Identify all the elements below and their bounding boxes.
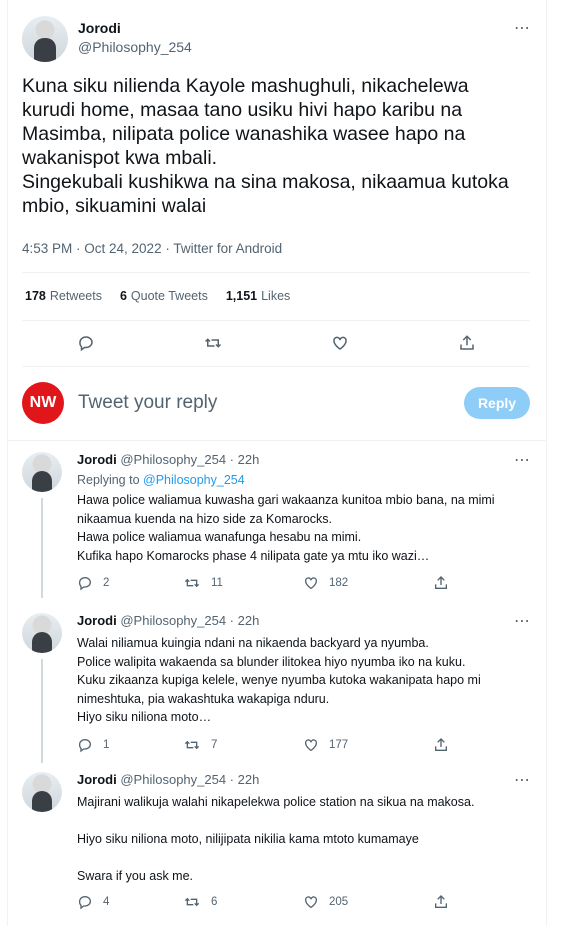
reply-composer: NW Tweet your reply Reply [22, 380, 530, 426]
more-icon[interactable]: ⋯ [514, 21, 530, 37]
author-name[interactable]: Jorodi [78, 20, 192, 36]
reply-content: Jorodi @Philosophy_254 · 22h Majirani wa… [77, 772, 525, 910]
reply-handle-time[interactable]: @Philosophy_254 · 22h [120, 772, 259, 787]
reply-icon[interactable] [76, 333, 96, 353]
reply-count: 2 [103, 577, 110, 589]
retweets-label: Retweets [49, 289, 102, 303]
reply-header: Jorodi @Philosophy_254 · 22h [77, 613, 525, 628]
replying-to: Replying to @Philosophy_254 [77, 473, 525, 487]
more-icon[interactable]: ⋯ [514, 773, 530, 789]
reply-input[interactable]: Tweet your reply [78, 392, 464, 414]
reply-header: Jorodi @Philosophy_254 · 22h [77, 772, 525, 787]
divider [22, 320, 530, 321]
retweet-icon [184, 897, 200, 906]
reply-tweet[interactable]: Jorodi @Philosophy_254 · 22h Replying to… [22, 452, 530, 600]
share-icon[interactable] [457, 333, 477, 353]
share-icon [435, 576, 447, 589]
like-icon [305, 577, 317, 590]
reply-action-share[interactable] [433, 737, 449, 753]
reply-action-reply[interactable]: 1 [77, 737, 183, 753]
retweet-icon[interactable] [203, 333, 223, 353]
tweet-stats: 178 Retweets 6 Quote Tweets 1,151 Likes [25, 289, 308, 303]
reply-count: 4 [103, 895, 110, 908]
divider [7, 440, 547, 441]
reply-author-name[interactable]: Jorodi [77, 452, 117, 467]
thread-line [41, 659, 43, 763]
share-icon [435, 894, 447, 908]
replying-to-link[interactable]: @Philosophy_254 [143, 473, 245, 487]
reply-actions: 2 11 182 [77, 575, 525, 591]
avatar[interactable] [22, 452, 62, 492]
replying-prefix: Replying to [77, 473, 140, 487]
reply-icon [78, 738, 91, 752]
reply-text: Hawa police waliamua kuwasha gari wakaan… [77, 493, 495, 563]
reply-action-like[interactable]: 205 [303, 894, 433, 910]
reply-action-reply[interactable]: 4 [77, 894, 183, 910]
reply-action-retweet[interactable]: 7 [183, 737, 303, 753]
reply-action-share[interactable] [433, 894, 449, 910]
reply-content: Jorodi @Philosophy_254 · 22h Walai nilia… [77, 613, 525, 753]
reply-actions: 4 6 205 [77, 894, 525, 910]
reply-tweet[interactable]: Jorodi @Philosophy_254 · 22h Majirani wa… [22, 772, 530, 922]
thread-line [41, 498, 43, 598]
main-tweet-header: Jorodi @Philosophy_254 [22, 16, 192, 62]
reply-content: Jorodi @Philosophy_254 · 22h Replying to… [77, 452, 525, 591]
reply-action-share[interactable] [433, 575, 449, 591]
divider [22, 272, 530, 273]
likes-label: Likes [261, 289, 291, 303]
retweet-count: 7 [211, 738, 218, 751]
more-icon[interactable]: ⋯ [514, 614, 530, 630]
retweet-icon [184, 740, 200, 749]
retweet-count: 6 [211, 895, 218, 908]
quotes-count: 6 [119, 289, 127, 303]
reply-count: 1 [103, 738, 110, 751]
reply-icon [78, 577, 91, 591]
reply-handle-time[interactable]: @Philosophy_254 · 22h [120, 613, 259, 628]
avatar[interactable] [22, 613, 62, 653]
reply-author-name[interactable]: Jorodi [77, 613, 117, 628]
like-count: 205 [329, 895, 349, 908]
reply-text: Majirani walikuja walahi nikapelekwa pol… [77, 795, 475, 883]
reply-header: Jorodi @Philosophy_254 · 22h [77, 452, 525, 467]
like-icon[interactable] [330, 333, 350, 353]
reply-text: Walai niliamua kuingia ndani na nikaenda… [77, 636, 481, 724]
reply-actions: 1 7 177 [77, 737, 525, 753]
tweet-meta[interactable]: 4:53 PM · Oct 24, 2022 · Twitter for And… [22, 241, 282, 256]
quotes-label: Quote Tweets [130, 289, 208, 303]
reply-tweet[interactable]: Jorodi @Philosophy_254 · 22h Walai nilia… [22, 613, 530, 763]
share-icon [435, 737, 447, 751]
divider [22, 366, 530, 367]
retweets-stat[interactable]: 178 Retweets [25, 289, 102, 303]
author-handle[interactable]: @Philosophy_254 [78, 39, 192, 55]
like-icon [305, 738, 317, 751]
reply-icon [78, 895, 91, 909]
retweet-icon [184, 578, 200, 588]
retweets-count: 178 [25, 289, 46, 303]
likes-stat[interactable]: 1,151 Likes [226, 289, 290, 303]
like-icon [305, 895, 317, 908]
reply-action-retweet[interactable]: 6 [183, 894, 303, 910]
avatar[interactable] [22, 772, 62, 812]
likes-count: 1,151 [225, 289, 258, 303]
quotes-stat[interactable]: 6 Quote Tweets [120, 289, 208, 303]
reply-handle-time[interactable]: @Philosophy_254 · 22h [120, 452, 259, 467]
avatar[interactable] [22, 16, 68, 62]
like-count: 177 [329, 738, 349, 751]
reply-action-reply[interactable]: 2 [77, 575, 183, 591]
reply-action-like[interactable]: 177 [303, 737, 433, 753]
author-block: Jorodi @Philosophy_254 [78, 20, 192, 62]
reply-author-name[interactable]: Jorodi [77, 772, 117, 787]
reply-action-like[interactable]: 182 [303, 575, 433, 591]
retweet-count: 11 [211, 577, 223, 589]
more-icon[interactable]: ⋯ [514, 453, 530, 469]
reply-button[interactable]: Reply [464, 387, 530, 419]
reply-action-retweet[interactable]: 11 [183, 575, 303, 591]
tweet-action-bar [22, 333, 530, 353]
user-logo[interactable]: NW [22, 382, 64, 424]
tweet-text: Kuna siku nilienda Kayole mashughuli, ni… [22, 75, 509, 217]
like-count: 182 [329, 577, 349, 589]
